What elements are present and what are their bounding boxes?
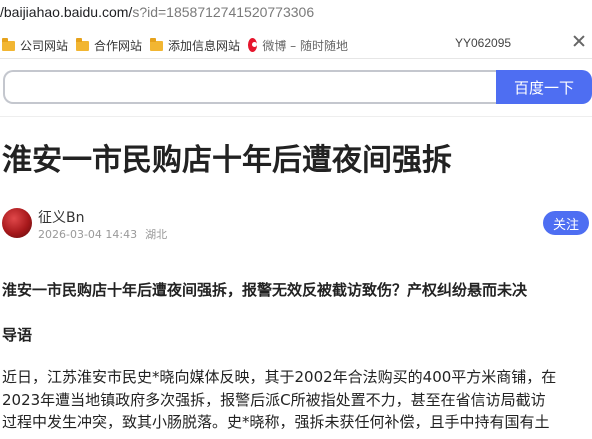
follow-button[interactable]: 关注 [543, 211, 589, 235]
publish-datetime: 2026-03-04 14:43 [38, 228, 138, 241]
bookmark-bar-text: YY062095 [455, 36, 512, 50]
bookmark-label: 微博 – 随时随地 [262, 38, 348, 53]
paragraph-line: 2023年遭当地镇政府多次强拆，报警后派C所被指处置不力，甚至在省信访局截访 [2, 390, 546, 409]
header-divider [0, 116, 592, 117]
folder-icon [150, 38, 163, 51]
address-bar[interactable]: /baijiahao.baidu.com/s?id=18587127415207… [0, 0, 592, 28]
article-subtitle: 淮安一市民购店十年后遭夜间强拆，报警无效反被截访致伤？产权纠纷悬而未决 [2, 281, 528, 299]
paragraph-line: 近日，江苏淮安市民史*晓向媒体反映，其于2002年合法购买的400平方米商铺，在 [2, 368, 557, 386]
bookmark-label: 公司网站 [20, 38, 69, 53]
article-paragraph: 近日，江苏淮安市民史*晓向媒体反映，其于2002年合法购买的400平方米商铺，在… [2, 366, 592, 434]
bookmark-partner-sites[interactable]: 合作网站 [76, 36, 142, 54]
folder-icon [76, 38, 89, 51]
publish-location: 湖北 [145, 228, 168, 241]
bookmark-add-info-sites[interactable]: 添加信息网站 [150, 36, 240, 54]
article-meta: 2026-03-04 14:43 湖北 [38, 226, 167, 242]
paragraph-line: 过程中发生冲突，致其小肠脱落。史*晓称，强拆未获任何补偿，且手中持有国有土 [2, 413, 550, 431]
bookmarks-bar: 公司网站 合作网站 添加信息网站 微博 – 随时随地 YY062095 [0, 32, 592, 59]
article-title: 淮安一市民购店十年后遭夜间强拆 [2, 143, 452, 178]
search-button[interactable]: 百度一下 [496, 70, 592, 104]
url-query: s?id=1858712741520773306 [132, 4, 315, 20]
search-input[interactable] [3, 70, 496, 104]
bookmark-company-sites[interactable]: 公司网站 [2, 36, 68, 54]
author-name[interactable]: 征义Bn [38, 207, 84, 227]
close-icon[interactable] [572, 34, 586, 48]
section-heading: 导语 [2, 326, 33, 344]
url-host: /baijiahao.baidu.com/ [0, 4, 133, 20]
search-bar: 百度一下 [3, 70, 592, 104]
bookmark-label: 合作网站 [94, 38, 143, 53]
avatar[interactable] [2, 208, 32, 238]
bookmark-weibo[interactable]: 微博 – 随时随地 [248, 36, 348, 54]
folder-icon [2, 38, 15, 51]
bookmark-label: 添加信息网站 [168, 38, 241, 53]
address-url[interactable]: /baijiahao.baidu.com/s?id=18587127415207… [0, 4, 314, 20]
weibo-icon [248, 38, 258, 52]
